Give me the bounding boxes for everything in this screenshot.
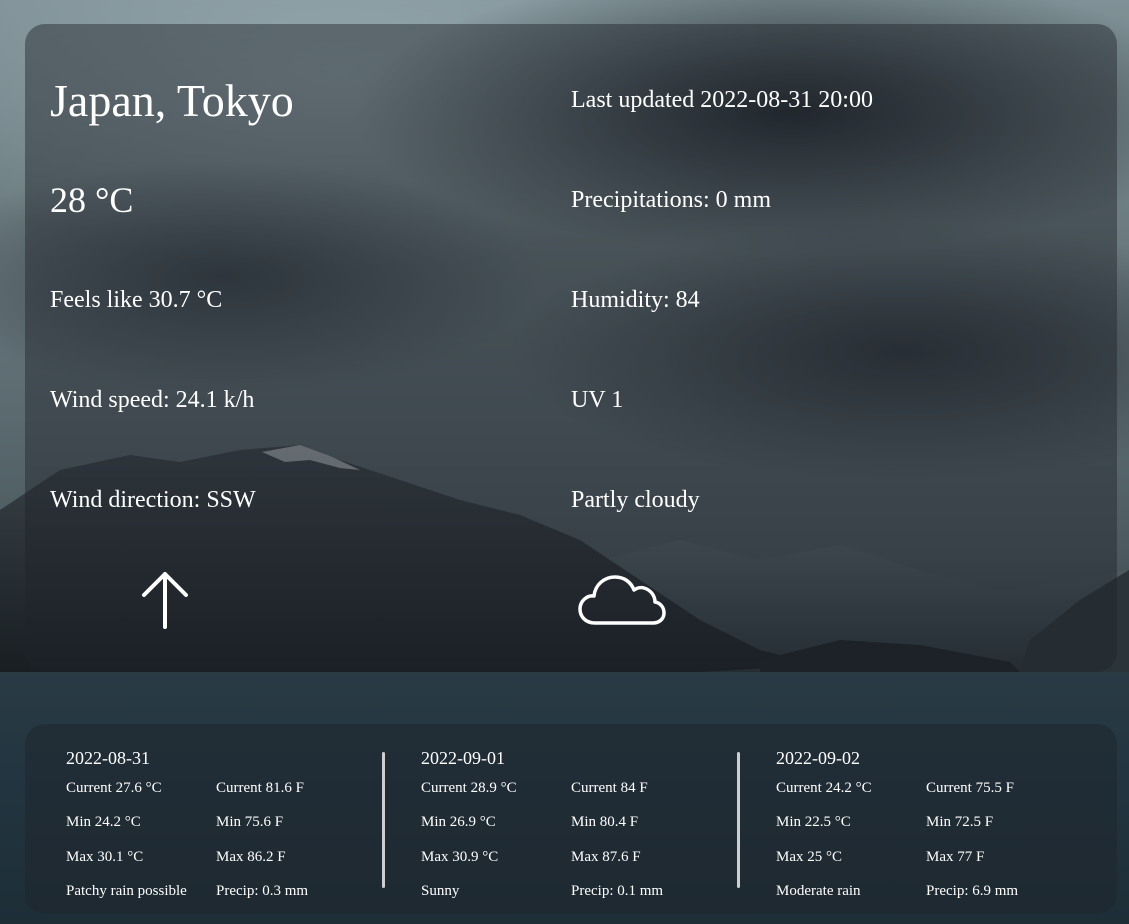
arrow-up-icon <box>142 572 188 629</box>
forecast-day: 2022-08-31 Current 27.6 °C Current 81.6 … <box>65 724 365 914</box>
wind-speed: Wind speed: 24.1 k/h <box>50 387 255 413</box>
forecast-max-celsius: Max 30.1 °C <box>66 849 144 865</box>
forecast-max-celsius: Max 30.9 °C <box>421 849 499 865</box>
forecast-condition: Moderate rain <box>776 883 861 899</box>
current-weather-card: Japan, Tokyo 28 °C Feels like 30.7 °C Wi… <box>25 24 1117 672</box>
forecast-day: 2022-09-01 Current 28.9 °C Current 84 F … <box>420 724 720 914</box>
forecast-current-fahrenheit: Current 75.5 F <box>926 780 1014 796</box>
current-temperature: 28 °C <box>50 180 134 220</box>
forecast-max-fahrenheit: Max 86.2 F <box>216 849 286 865</box>
uv-index: UV 1 <box>571 387 624 413</box>
weather-condition: Partly cloudy <box>571 487 700 513</box>
forecast-min-fahrenheit: Min 80.4 F <box>571 814 639 830</box>
forecast-max-fahrenheit: Max 77 F <box>926 849 985 865</box>
forecast-current-fahrenheit: Current 84 F <box>571 780 648 796</box>
forecast-max-fahrenheit: Max 87.6 F <box>571 849 641 865</box>
forecast-min-celsius: Min 24.2 °C <box>66 814 141 830</box>
forecast-card: 2022-08-31 Current 27.6 °C Current 81.6 … <box>25 724 1117 914</box>
humidity: Humidity: 84 <box>571 287 700 313</box>
forecast-divider <box>382 752 385 888</box>
forecast-current-celsius: Current 28.9 °C <box>421 780 517 796</box>
wind-direction: Wind direction: SSW <box>50 487 256 513</box>
forecast-divider <box>737 752 740 888</box>
forecast-min-celsius: Min 22.5 °C <box>776 814 851 830</box>
forecast-day: 2022-09-02 Current 24.2 °C Current 75.5 … <box>775 724 1075 914</box>
forecast-min-fahrenheit: Min 75.6 F <box>216 814 284 830</box>
forecast-max-celsius: Max 25 °C <box>776 849 842 865</box>
forecast-date: 2022-09-01 <box>421 748 505 768</box>
precipitation: Precipitations: 0 mm <box>571 187 771 213</box>
forecast-condition: Patchy rain possible <box>66 883 187 899</box>
forecast-min-celsius: Min 26.9 °C <box>421 814 496 830</box>
forecast-precipitation: Precip: 0.3 mm <box>216 883 309 899</box>
forecast-precipitation: Precip: 0.1 mm <box>571 883 664 899</box>
feels-like: Feels like 30.7 °C <box>50 287 223 313</box>
forecast-current-celsius: Current 27.6 °C <box>66 780 162 796</box>
forecast-condition: Sunny <box>421 883 460 899</box>
forecast-current-fahrenheit: Current 81.6 F <box>216 780 304 796</box>
forecast-date: 2022-08-31 <box>66 748 150 768</box>
cloud-icon <box>578 575 666 625</box>
location-title: Japan, Tokyo <box>50 75 294 126</box>
forecast-current-celsius: Current 24.2 °C <box>776 780 872 796</box>
forecast-precipitation: Precip: 6.9 mm <box>926 883 1019 899</box>
forecast-date: 2022-09-02 <box>776 748 860 768</box>
last-updated: Last updated 2022-08-31 20:00 <box>571 87 873 113</box>
forecast-min-fahrenheit: Min 72.5 F <box>926 814 994 830</box>
